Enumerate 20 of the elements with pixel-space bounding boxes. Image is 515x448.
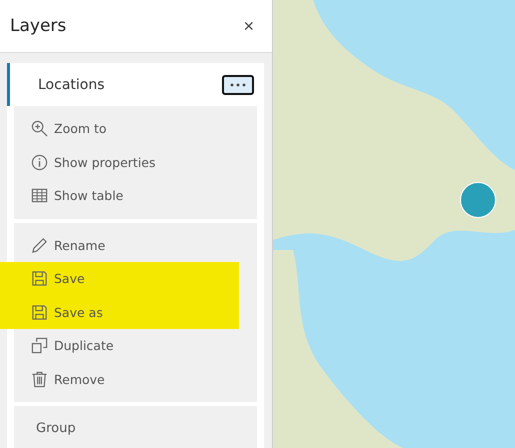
duplicate-icon	[31, 337, 48, 354]
trash-icon	[31, 370, 48, 388]
menu-item[interactable]: Show table	[14, 179, 257, 212]
menu-item[interactable]: Rename	[14, 228, 257, 262]
menu-item[interactable]: Duplicate	[14, 329, 257, 362]
panel-title: Layers	[10, 16, 66, 36]
more-options-button[interactable]	[222, 74, 254, 94]
close-button[interactable]: ×	[239, 16, 258, 36]
table-icon	[31, 187, 48, 204]
layer-name: Locations	[38, 76, 105, 92]
info-icon	[31, 154, 48, 171]
zoom-in-icon	[31, 120, 48, 138]
menu-item[interactable]: Save as	[0, 296, 239, 329]
menu-item[interactable]: Show properties	[14, 146, 257, 179]
layer-item[interactable]: Group	[14, 406, 257, 448]
menu-item[interactable]: Save	[0, 262, 239, 296]
pencil-icon	[31, 236, 48, 254]
menu-item[interactable]: Zoom to	[14, 112, 257, 146]
menu-item[interactable]: Remove	[14, 362, 257, 396]
ellipsis-icon	[228, 82, 248, 88]
